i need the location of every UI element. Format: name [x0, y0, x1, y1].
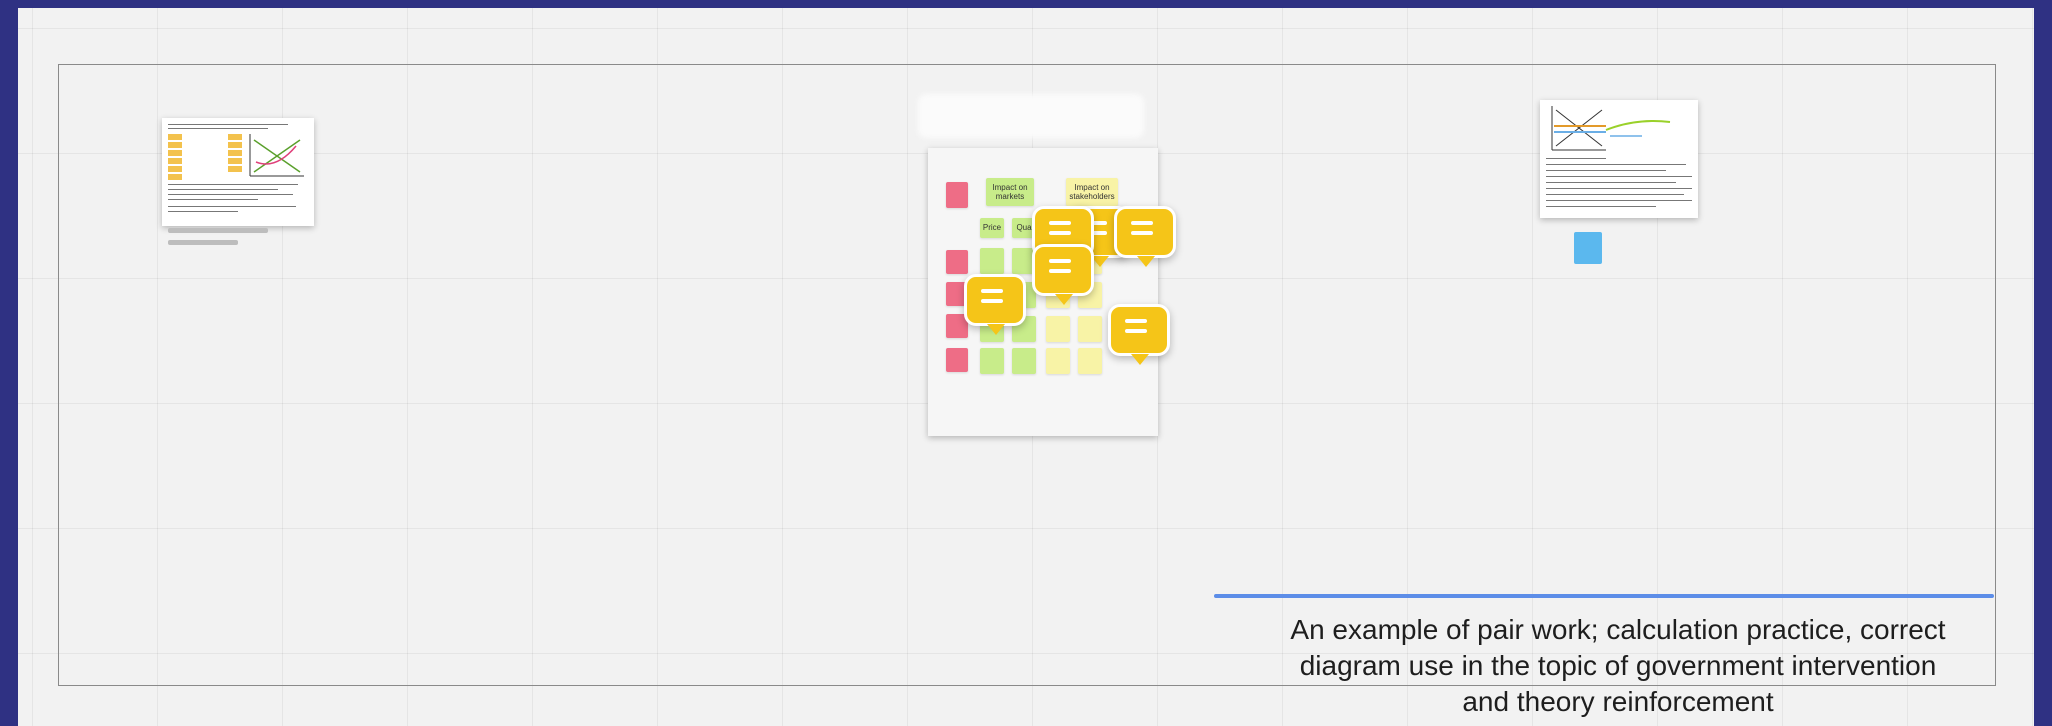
- whiteboard-canvas[interactable]: Impact on markets Impact on stakeholders…: [18, 8, 2034, 726]
- table-cell: [168, 174, 182, 180]
- sticky-header-stakeholders[interactable]: Impact on stakeholders: [1066, 178, 1118, 206]
- sticky-header-label: Impact on stakeholders: [1069, 183, 1115, 201]
- text-line: [168, 124, 288, 125]
- text-line: [1546, 188, 1692, 189]
- table-cell: [228, 142, 242, 148]
- table-cell: [228, 166, 242, 172]
- text-line: [168, 194, 293, 195]
- text-line: [1546, 164, 1686, 165]
- table-cell: [168, 142, 182, 148]
- comment-bubble-icon[interactable]: [1108, 304, 1170, 365]
- sticky-note-green[interactable]: [980, 248, 1004, 274]
- text-line: [1546, 176, 1692, 177]
- comment-line: [1049, 269, 1071, 273]
- market-diagram: [1551, 106, 1671, 151]
- comment-line: [1049, 231, 1071, 235]
- sticky-note-yellow[interactable]: [1046, 316, 1070, 342]
- supply-demand-diagram: [249, 134, 304, 177]
- comment-line: [1049, 221, 1071, 225]
- sticky-note-red[interactable]: [946, 250, 968, 274]
- sticky-note-red[interactable]: [946, 182, 968, 208]
- sticky-note-yellow[interactable]: [1078, 348, 1102, 374]
- board-caption: An example of pair work; calculation pra…: [1290, 614, 1946, 717]
- text-line: [1546, 158, 1606, 159]
- sticky-note-green[interactable]: [980, 348, 1004, 374]
- thumbnail-caption: [168, 240, 238, 245]
- text-line: [168, 199, 258, 200]
- calculation-worksheet-thumbnail[interactable]: [162, 118, 314, 226]
- table-cell: [168, 158, 182, 164]
- text-line: [1546, 194, 1684, 195]
- sticky-column-price[interactable]: Price: [980, 218, 1004, 238]
- text-line: [168, 211, 238, 212]
- table-cell: [168, 150, 182, 156]
- text-line: [168, 206, 296, 207]
- comment-line: [981, 289, 1003, 293]
- comment-bubble-icon[interactable]: [1032, 244, 1094, 305]
- selection-line[interactable]: [1214, 594, 1994, 598]
- thumbnail-caption: [168, 228, 268, 233]
- sticky-header-label: Impact on markets: [992, 183, 1028, 201]
- text-line: [1546, 170, 1666, 171]
- text-line: [1546, 200, 1692, 201]
- comment-line: [1125, 329, 1147, 333]
- table-cell: [228, 134, 242, 140]
- sticky-column-label: Price: [982, 223, 1002, 232]
- text-line: [1546, 182, 1676, 183]
- text-line: [168, 128, 268, 129]
- sticky-note-green[interactable]: [1012, 348, 1036, 374]
- comment-line: [1131, 231, 1153, 235]
- diagram-worksheet-thumbnail[interactable]: [1540, 100, 1698, 218]
- comment-line: [1125, 319, 1147, 323]
- table-cell: [168, 166, 182, 172]
- comment-bubble-icon[interactable]: [964, 274, 1026, 335]
- sticky-note-yellow[interactable]: [1046, 348, 1070, 374]
- table-cell: [168, 134, 182, 140]
- text-line: [1546, 206, 1656, 207]
- comment-line: [1131, 221, 1153, 225]
- board-title-blurred: [918, 94, 1144, 138]
- table-cell: [228, 158, 242, 164]
- table-cell: [228, 150, 242, 156]
- sticky-note-red[interactable]: [946, 348, 968, 372]
- sticky-note-blue[interactable]: [1574, 232, 1602, 264]
- comment-line: [981, 299, 1003, 303]
- sticky-header-markets[interactable]: Impact on markets: [986, 178, 1034, 206]
- text-line: [168, 184, 298, 185]
- comment-bubble-icon[interactable]: [1114, 206, 1176, 267]
- text-line: [168, 189, 278, 190]
- comment-line: [1049, 259, 1071, 263]
- sticky-note-yellow[interactable]: [1078, 316, 1102, 342]
